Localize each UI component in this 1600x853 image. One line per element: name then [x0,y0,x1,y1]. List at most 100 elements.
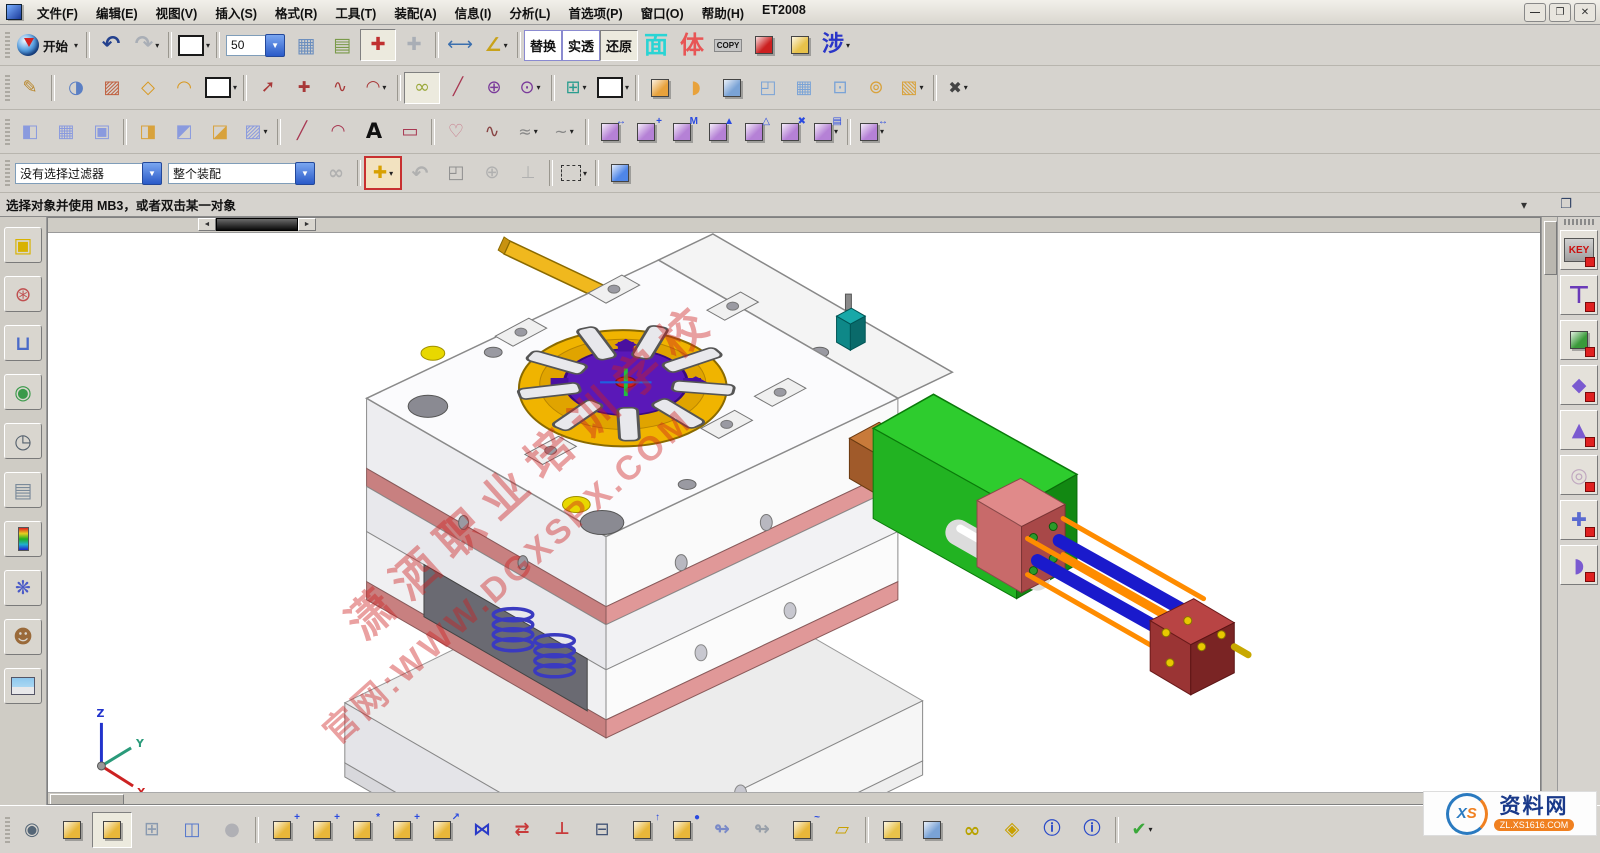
wave-link-icon[interactable]: ↬ [702,812,742,848]
assembly-navigator-icon[interactable]: ▣ [4,227,42,263]
minimize-button[interactable]: — [1524,3,1546,22]
rings-icon[interactable]: ∞ [952,812,992,848]
edit-arc-icon[interactable]: ◠▾ [358,72,394,104]
menu-assemblies[interactable]: 装配(A) [385,1,445,24]
diamond-cube-icon[interactable]: ◈ [992,812,1032,848]
verify-assembly-icon[interactable]: ✔▾ [1122,812,1162,848]
arc2-icon[interactable]: ◠ [320,116,356,148]
mate-constraint-icon[interactable]: ▲ [700,116,736,148]
measure-distance-icon[interactable]: ⟷ [442,29,478,61]
menu-preferences[interactable]: 首选项(P) [559,1,631,24]
graphics-viewport[interactable]: ◄ ► [47,217,1541,805]
hole-icon[interactable]: ⊡ [822,72,858,104]
position-component-icon[interactable]: △ [736,116,772,148]
frame-cube-icon[interactable] [912,812,952,848]
toolbar-grip[interactable] [5,32,10,58]
add-component2-icon[interactable]: + [628,116,664,148]
menu-tools[interactable]: 工具(T) [326,1,385,24]
web-browser-icon[interactable]: ◉ [4,374,42,410]
part-navigator-icon[interactable]: ⊔ [4,325,42,361]
sketch-icon[interactable]: ✎ [12,72,48,104]
pattern-component2-icon[interactable]: ▤▾ [808,116,844,148]
text-icon[interactable]: A [356,116,392,148]
shell-icon[interactable]: ◰ [750,72,786,104]
scene-background-icon[interactable] [4,668,42,704]
extrude-icon[interactable] [642,72,678,104]
copy-button[interactable]: COPY [710,29,746,61]
studio-spline-icon[interactable]: ∿ [474,116,510,148]
delete-component-icon[interactable]: ✖ [772,116,808,148]
sequence-icon[interactable]: ⇄ [502,812,542,848]
fillet-curve-icon[interactable]: ∿ [322,72,358,104]
interference-button[interactable]: 涉▾ [818,29,854,61]
find-component-icon[interactable]: ◉ [12,812,52,848]
trim-curve-icon[interactable]: ➚ [250,72,286,104]
bounded-plane-icon[interactable]: ▣ [84,116,120,148]
restore-button2[interactable]: 还原 [600,30,638,61]
toolbar-grip[interactable] [5,817,10,843]
translucent-button[interactable]: 实透 [562,30,600,61]
key-palette-icon[interactable]: KEY [1560,230,1598,270]
menu-window[interactable]: 窗口(O) [632,1,693,24]
layer-combo[interactable]: 50▼ [226,35,285,56]
framed-part-icon[interactable] [92,812,132,848]
maximize-pane-icon[interactable]: ❐ [1548,189,1584,221]
undo-gray-icon[interactable]: ↶ [402,157,438,189]
interference-check-icon[interactable]: ⊥ [542,812,582,848]
crosshair-gray-icon[interactable]: ⊕ [474,157,510,189]
measure-assembly-icon[interactable]: ↔▾ [854,116,890,148]
restore-button[interactable]: ❐ [1549,3,1571,22]
swept-surface-icon[interactable]: ◨ [130,116,166,148]
move-component-icon[interactable]: ↔ [592,116,628,148]
materials-icon[interactable] [4,521,42,557]
datum-plane-icon[interactable]: ◇ [130,72,166,104]
selection-scope-combo[interactable]: 整个装配▼ [168,163,315,184]
menu-help[interactable]: 帮助(H) [693,1,753,24]
mirror-assembly-icon[interactable]: ⋈ [462,812,502,848]
menu-analysis[interactable]: 分析(L) [500,1,559,24]
ruled-surface-icon[interactable]: ◧ [12,116,48,148]
red-cube-icon[interactable] [746,29,782,61]
menu-format[interactable]: 格式(R) [266,1,326,24]
remember-constraints-icon[interactable]: ⊟ [582,812,622,848]
line-icon[interactable]: ╱ [440,72,476,104]
menu-insert[interactable]: 插入(S) [206,1,266,24]
part-green-block-icon[interactable] [1560,320,1598,360]
structure-info-icon[interactable]: ⓘ [1072,812,1112,848]
inactive-part-icon[interactable]: ● [212,812,252,848]
component-array-icon[interactable]: * [342,812,382,848]
stylized-profile-icon[interactable]: ♡ [438,116,474,148]
move-component2-icon[interactable]: ↗ [422,812,462,848]
scrollbar-thumb[interactable] [1544,221,1557,275]
viewport-vscrollbar[interactable] [1541,217,1557,805]
replace-button[interactable]: 替换 [524,30,562,61]
toolbar-grip[interactable] [5,160,10,186]
scroll-left-icon[interactable]: ◄ [198,218,216,231]
viewport-hscrollbar-top[interactable]: ◄ ► [48,218,1540,233]
move-to-layer-icon[interactable]: ▤ [324,29,360,61]
constraint-navigator-icon[interactable]: ⊛ [4,276,42,312]
teal-switch-part[interactable] [837,294,866,350]
marquee-icon[interactable]: ▾ [556,157,592,189]
part-sprue-icon[interactable]: ✚ [1560,500,1598,540]
open-window-icon[interactable] [52,812,92,848]
wcs-dynamics-icon[interactable]: ✚ [360,29,396,61]
n-sided-surface-icon[interactable]: ◪ [202,116,238,148]
revolve-icon[interactable]: ◗ [678,72,714,104]
layer-settings-icon[interactable]: ▦ [288,29,324,61]
wireframe-assembly-icon[interactable]: ⊞ [132,812,172,848]
part-locating-icon[interactable]: ◗ [1560,545,1598,585]
component-info-icon[interactable]: ⓘ [1032,812,1072,848]
through-mesh-icon[interactable]: ▦ [48,116,84,148]
menu-et2008[interactable]: ET2008 [753,1,815,24]
spline-poly-icon[interactable]: ≈▾ [510,116,546,148]
visual-effects-icon[interactable]: ❋ [4,570,42,606]
deform-part-icon[interactable]: ~ [782,812,822,848]
split-body-icon[interactable]: ◑ [58,72,94,104]
3d-mold-model[interactable]: Z Y X [48,232,1540,793]
part-slider-icon[interactable]: ◆ [1560,365,1598,405]
frame-block-icon[interactable]: ▧▾ [894,72,930,104]
circle-icon[interactable]: ⊕ [476,72,512,104]
datum-plane2-icon[interactable]: ▾ [594,72,632,104]
snapshot-icon[interactable]: ◫ [172,812,212,848]
